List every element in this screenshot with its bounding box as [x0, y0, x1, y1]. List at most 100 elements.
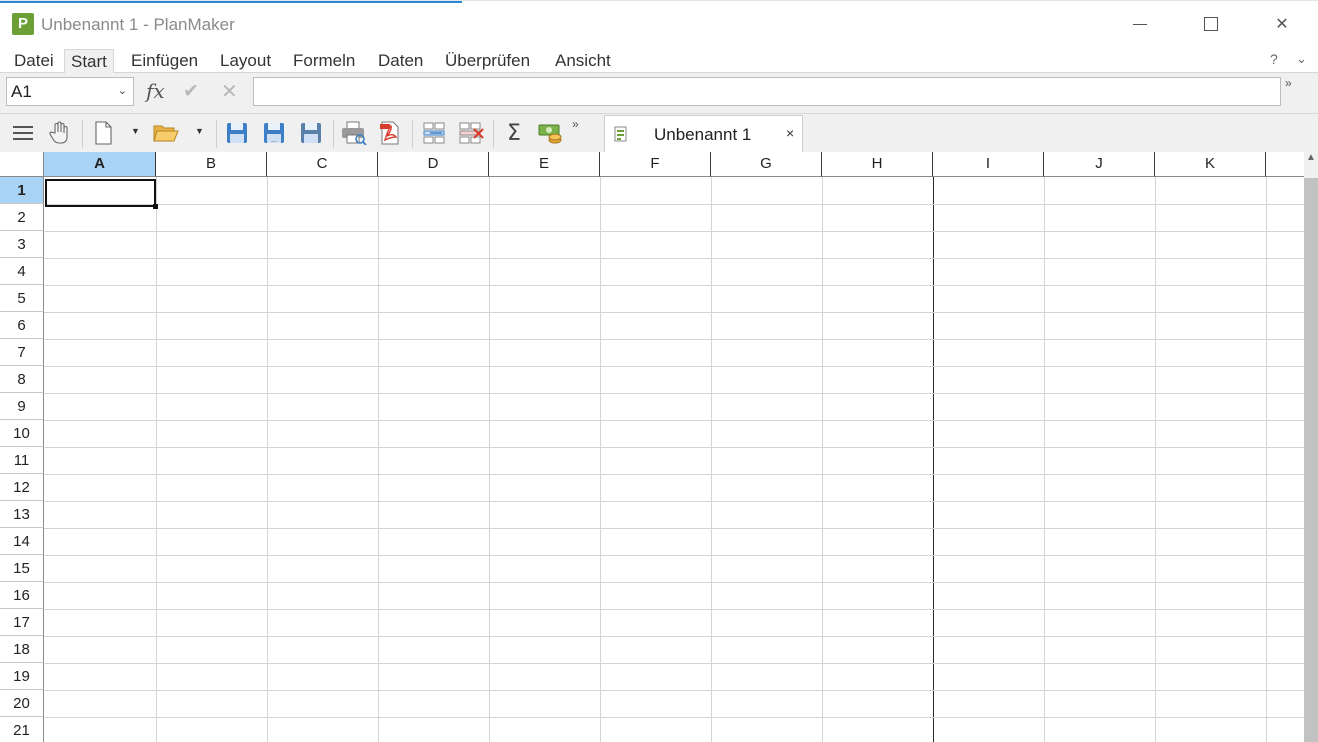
column-header-h[interactable]: H: [822, 152, 933, 177]
close-window-button[interactable]: ✕: [1259, 7, 1305, 41]
row-header-18[interactable]: 18: [0, 636, 44, 663]
row-header-16[interactable]: 16: [0, 582, 44, 609]
column-header-b[interactable]: B: [156, 152, 267, 177]
row-header-5[interactable]: 5: [0, 285, 44, 312]
menu-ueberpruefen[interactable]: Überprüfen: [439, 49, 536, 73]
column-gridline: [156, 177, 157, 742]
window-title: Unbenannt 1 - PlanMaker: [41, 15, 235, 34]
row-header-19[interactable]: 19: [0, 663, 44, 690]
menu-einfuegen[interactable]: Einfügen: [125, 49, 204, 73]
maximize-button[interactable]: [1188, 7, 1234, 41]
save-as-icon[interactable]: ...: [261, 120, 287, 146]
row-header-17[interactable]: 17: [0, 609, 44, 636]
column-header-e[interactable]: E: [489, 152, 600, 177]
chevron-down-icon[interactable]: ⌄: [1296, 51, 1307, 67]
row-header-6[interactable]: 6: [0, 312, 44, 339]
spreadsheet-grid[interactable]: A B C D E F G H I J K 1 2 3 4 5 6 7 8 9 …: [0, 152, 1318, 742]
page-break-line: [933, 177, 934, 742]
menu-ansicht[interactable]: Ansicht: [549, 49, 617, 73]
column-gridline: [1266, 177, 1267, 742]
toolbar-overflow-icon[interactable]: »: [572, 117, 579, 131]
confirm-icon[interactable]: ✔: [183, 80, 199, 103]
column-gridline: [1155, 177, 1156, 742]
row-header-21[interactable]: 21: [0, 717, 44, 742]
column-gridline: [1044, 177, 1045, 742]
row-header-12[interactable]: 12: [0, 474, 44, 501]
column-header-d[interactable]: D: [378, 152, 489, 177]
planmaker-logo-icon: P: [12, 13, 34, 35]
row-header-7[interactable]: 7: [0, 339, 44, 366]
column-header-c[interactable]: C: [267, 152, 378, 177]
vertical-scrollbar[interactable]: ▲: [1304, 152, 1318, 742]
row-header-11[interactable]: 11: [0, 447, 44, 474]
cancel-icon[interactable]: ✕: [221, 79, 238, 104]
menu-start[interactable]: Start: [64, 49, 114, 73]
minimize-button[interactable]: [1117, 7, 1163, 41]
column-header-j[interactable]: J: [1044, 152, 1155, 177]
row-gridline: [44, 258, 1304, 259]
menu-formeln[interactable]: Formeln: [287, 49, 361, 73]
column-gridline: [489, 177, 490, 742]
chevron-down-icon[interactable]: ⌄: [118, 78, 127, 105]
column-header-i[interactable]: I: [933, 152, 1044, 177]
column-header-k[interactable]: K: [1155, 152, 1266, 177]
menu-daten[interactable]: Daten: [372, 49, 429, 73]
new-document-dropdown-icon[interactable]: ▼: [131, 126, 140, 136]
expand-icon[interactable]: »: [1285, 76, 1292, 90]
help-icon[interactable]: ?: [1270, 51, 1278, 67]
row-header-10[interactable]: 10: [0, 420, 44, 447]
toolbar-separator: [216, 120, 217, 148]
cell-reference-box[interactable]: A1 ⌄: [6, 77, 134, 106]
function-icon[interactable]: fx: [146, 79, 165, 103]
open-dropdown-icon[interactable]: ▼: [195, 126, 204, 136]
row-header-3[interactable]: 3: [0, 231, 44, 258]
row-gridline: [44, 501, 1304, 502]
column-header-partial[interactable]: [1266, 152, 1304, 177]
save-icon[interactable]: [224, 120, 250, 146]
print-preview-icon[interactable]: [341, 120, 367, 146]
row-gridline: [44, 555, 1304, 556]
row-header-9[interactable]: 9: [0, 393, 44, 420]
column-gridline: [378, 177, 379, 742]
scroll-up-icon[interactable]: ▲: [1306, 152, 1316, 163]
formula-input[interactable]: [253, 77, 1281, 106]
minimize-icon: [1133, 23, 1147, 25]
hand-icon[interactable]: [46, 120, 72, 146]
row-header-2[interactable]: 2: [0, 204, 44, 231]
column-header-f[interactable]: F: [600, 152, 711, 177]
row-header-13[interactable]: 13: [0, 501, 44, 528]
row-gridline: [44, 366, 1304, 367]
insert-cells-icon[interactable]: [421, 120, 447, 146]
row-header-15[interactable]: 15: [0, 555, 44, 582]
menu-icon[interactable]: [10, 120, 36, 146]
close-tab-icon[interactable]: ×: [786, 125, 794, 141]
active-cell-a1[interactable]: [45, 179, 158, 209]
menu-datei[interactable]: Datei: [8, 49, 60, 73]
sum-icon[interactable]: Σ: [501, 120, 527, 146]
new-document-icon[interactable]: [90, 120, 116, 146]
row-gridline: [44, 231, 1304, 232]
delete-cells-icon[interactable]: [458, 120, 484, 146]
close-icon: ✕: [1275, 16, 1289, 33]
open-folder-icon[interactable]: [153, 120, 179, 146]
save-all-icon[interactable]: [298, 120, 324, 146]
export-pdf-icon[interactable]: [377, 120, 403, 146]
row-gridline: [44, 528, 1304, 529]
row-header-1[interactable]: 1: [0, 177, 44, 204]
currency-icon[interactable]: [538, 120, 564, 146]
row-header-4[interactable]: 4: [0, 258, 44, 285]
column-header-g[interactable]: G: [711, 152, 822, 177]
row-header-8[interactable]: 8: [0, 366, 44, 393]
row-header-20[interactable]: 20: [0, 690, 44, 717]
column-header-a[interactable]: A: [44, 152, 156, 177]
menu-layout[interactable]: Layout: [214, 49, 277, 73]
document-tab[interactable]: Unbenannt 1 ×: [604, 115, 803, 152]
row-header-14[interactable]: 14: [0, 528, 44, 555]
formula-bar: A1 ⌄ fx ✔ ✕ »: [0, 73, 1318, 113]
scrollbar-thumb[interactable]: [1304, 178, 1318, 742]
column-gridline: [267, 177, 268, 742]
fill-handle[interactable]: [153, 204, 158, 209]
toolbar-separator: [412, 120, 413, 148]
spreadsheet-document-icon: [613, 126, 629, 142]
select-all-corner[interactable]: [0, 152, 44, 177]
